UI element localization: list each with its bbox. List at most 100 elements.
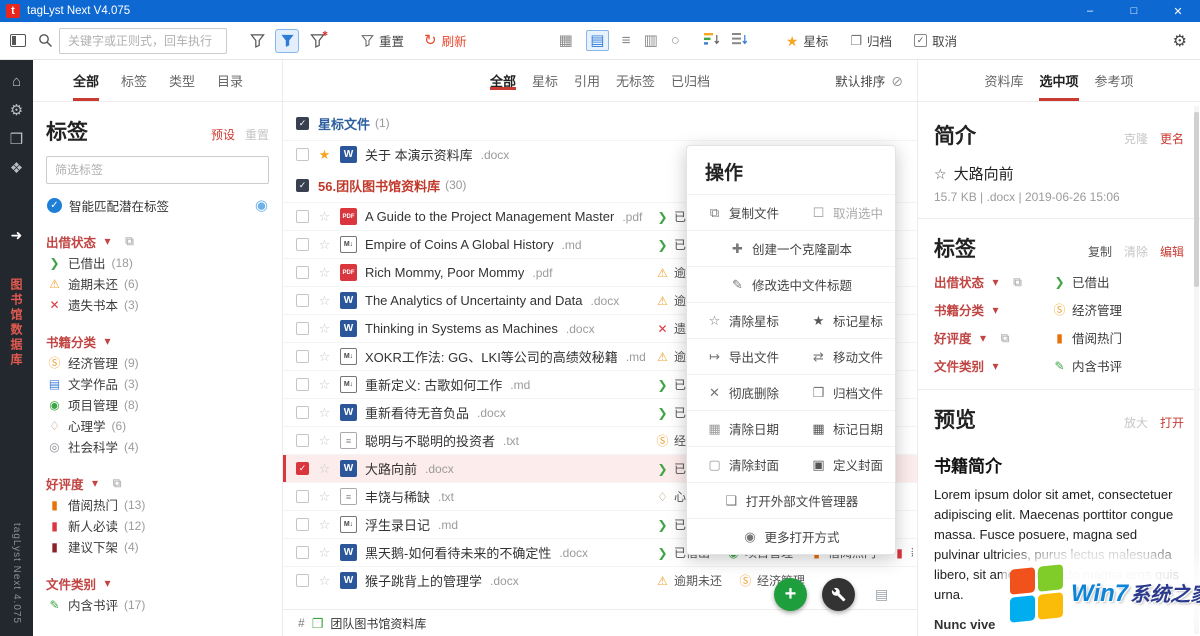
star-icon[interactable]: ☆ bbox=[317, 518, 332, 531]
clipboard-icon[interactable]: ▤ bbox=[875, 587, 888, 601]
detail-tag-group[interactable]: 好评度▾⧉ bbox=[934, 328, 1052, 347]
star-icon[interactable]: ☆ bbox=[317, 238, 332, 251]
menu-item[interactable]: ☆清除星标 bbox=[687, 311, 791, 330]
filter-active-icon[interactable] bbox=[275, 29, 299, 53]
file-checkbox[interactable] bbox=[296, 266, 309, 279]
detailpanel-tab-reference[interactable]: 参考项 bbox=[1087, 60, 1142, 101]
file-tag[interactable]: ⚠逾期未还 bbox=[655, 572, 722, 589]
star-icon[interactable]: ☆ bbox=[317, 434, 332, 447]
filter-icon[interactable] bbox=[245, 29, 269, 53]
star-icon[interactable]: ☆ bbox=[317, 294, 332, 307]
cancel-button[interactable]: 取消 bbox=[914, 31, 957, 50]
file-star-icon[interactable]: ☆ bbox=[934, 167, 947, 181]
tag-item[interactable]: ▤文学作品(3) bbox=[46, 373, 269, 394]
filepanel-tab-quoted[interactable]: 引用 bbox=[566, 71, 608, 90]
maximize-button[interactable]: □ bbox=[1112, 0, 1156, 22]
group-checkbox[interactable] bbox=[296, 117, 309, 130]
clone-link[interactable]: 克隆 bbox=[1124, 130, 1148, 147]
star-icon[interactable]: ☆ bbox=[317, 574, 332, 587]
star-icon[interactable]: ☆ bbox=[317, 210, 332, 223]
copy-tags-link[interactable]: 复制 bbox=[1088, 243, 1112, 260]
file-checkbox[interactable] bbox=[296, 518, 309, 531]
menu-item[interactable]: ❑打开外部文件管理器 bbox=[724, 491, 859, 510]
clear-tags-link[interactable]: 清除 bbox=[1124, 243, 1148, 260]
menu-item[interactable]: ▣定义封面 bbox=[791, 455, 895, 474]
file-group-title[interactable]: 星标文件 bbox=[318, 114, 370, 133]
tag-item[interactable]: ▮借阅热门(13) bbox=[46, 494, 269, 515]
detail-tag-value[interactable]: ❯已借出 bbox=[1052, 272, 1110, 291]
smart-match-row[interactable]: 智能匹配潜在标签 ◉ bbox=[47, 196, 268, 215]
menu-item[interactable]: ✕彻底删除 bbox=[687, 383, 791, 402]
detail-tag-value[interactable]: Ⓢ经济管理 bbox=[1052, 300, 1122, 319]
star-icon[interactable]: ★ bbox=[317, 148, 332, 161]
tag-item[interactable]: ♢心理学(6) bbox=[46, 415, 269, 436]
filepanel-tab-archived[interactable]: 已归档 bbox=[663, 71, 718, 90]
add-file-fab[interactable]: + bbox=[774, 578, 807, 611]
file-checkbox[interactable] bbox=[296, 322, 309, 335]
rail-settings-icon[interactable]: ⚙ bbox=[10, 103, 23, 118]
tools-fab[interactable] bbox=[822, 578, 855, 611]
tag-item[interactable]: ⚠逾期未还(6) bbox=[46, 273, 269, 294]
file-checkbox[interactable] bbox=[296, 294, 309, 307]
tag-item[interactable]: Ⓢ经济管理(9) bbox=[46, 352, 269, 373]
file-checkbox[interactable] bbox=[296, 490, 309, 503]
tag-group-name[interactable]: 文件类别▾ bbox=[46, 572, 269, 594]
file-checkbox[interactable] bbox=[296, 574, 309, 587]
detail-tag-value[interactable]: ✎内含书评 bbox=[1052, 356, 1122, 375]
filepanel-tab-all[interactable]: 全部 bbox=[482, 71, 524, 90]
search-input[interactable] bbox=[59, 28, 227, 54]
file-checkbox[interactable] bbox=[296, 434, 309, 447]
tagpanel-tab-dirs[interactable]: 目录 bbox=[209, 60, 251, 101]
file-checkbox[interactable] bbox=[296, 350, 309, 363]
database-name-vertical[interactable]: 图书馆数据库 bbox=[8, 278, 25, 368]
star-files-button[interactable]: ★ 星标 bbox=[786, 31, 829, 50]
detail-tag-group[interactable]: 文件类别▾ bbox=[934, 356, 1052, 375]
tagpanel-tab-all[interactable]: 全部 bbox=[65, 60, 107, 101]
minimize-button[interactable]: – bbox=[1068, 0, 1112, 22]
filter-pin-icon[interactable]: ✱ bbox=[305, 29, 329, 53]
tag-group-name[interactable]: 书籍分类▾ bbox=[46, 330, 269, 352]
close-button[interactable]: ✕ bbox=[1156, 0, 1200, 22]
current-folder-bar[interactable]: # ❒ 团队图书馆资料库 bbox=[283, 609, 917, 636]
star-icon[interactable]: ☆ bbox=[317, 462, 332, 475]
sort-control[interactable]: 默认排序 ⊘ bbox=[835, 71, 903, 90]
file-checkbox[interactable] bbox=[296, 406, 309, 419]
file-checkbox[interactable] bbox=[296, 238, 309, 251]
file-checkbox[interactable] bbox=[296, 462, 309, 475]
menu-item[interactable]: ☐取消选中 bbox=[791, 203, 895, 222]
star-icon[interactable]: ☆ bbox=[317, 322, 332, 335]
file-checkbox[interactable] bbox=[296, 378, 309, 391]
grid-view-icon[interactable]: ▦ bbox=[559, 33, 573, 48]
alpha-sort-icon[interactable] bbox=[732, 32, 748, 49]
tagpanel-tab-tags[interactable]: 标签 bbox=[113, 60, 155, 101]
reset-filter-button[interactable]: 重置 bbox=[361, 31, 404, 50]
custom-sort-icon[interactable] bbox=[704, 32, 720, 49]
file-checkbox[interactable] bbox=[296, 210, 309, 223]
rail-library-icon[interactable]: ❒ bbox=[10, 132, 23, 147]
menu-item[interactable]: ⧉复制文件 bbox=[687, 203, 791, 222]
filepanel-tab-starred[interactable]: 星标 bbox=[524, 71, 566, 90]
file-checkbox[interactable] bbox=[296, 148, 309, 161]
star-icon[interactable]: ☆ bbox=[317, 378, 332, 391]
detail-tag-group[interactable]: 出借状态▾⧉ bbox=[934, 272, 1052, 291]
preview-toggle-icon[interactable]: ○ bbox=[671, 33, 680, 48]
reset-tags-link[interactable]: 重置 bbox=[245, 126, 269, 143]
tag-group-name[interactable]: 好评度▾⧉ bbox=[46, 472, 269, 494]
filepanel-tab-untagged[interactable]: 无标签 bbox=[608, 71, 663, 90]
rename-link[interactable]: 更名 bbox=[1160, 130, 1184, 147]
menu-item[interactable]: ▦标记日期 bbox=[791, 419, 895, 438]
scrollbar-thumb[interactable] bbox=[1194, 112, 1199, 287]
tag-item[interactable]: ✎内含书评(17) bbox=[46, 594, 269, 615]
open-link[interactable]: 打开 bbox=[1160, 414, 1184, 431]
zoom-link[interactable]: 放大 bbox=[1124, 414, 1148, 431]
file-checkbox[interactable] bbox=[296, 546, 309, 559]
file-group-header[interactable]: 星标文件(1) bbox=[283, 106, 917, 140]
menu-item[interactable]: ⇄移动文件 bbox=[791, 347, 895, 366]
tag-item[interactable]: ▮新人必读(12) bbox=[46, 515, 269, 536]
tag-item[interactable]: ◉项目管理(8) bbox=[46, 394, 269, 415]
menu-item[interactable]: ✚创建一个克隆副本 bbox=[730, 239, 852, 258]
star-icon[interactable]: ☆ bbox=[317, 546, 332, 559]
file-group-title[interactable]: 56.团队图书馆资料库 bbox=[318, 176, 440, 195]
menu-item[interactable]: ✎修改选中文件标题 bbox=[730, 275, 852, 294]
tag-group-name[interactable]: 出借状态▾⧉ bbox=[46, 230, 269, 252]
